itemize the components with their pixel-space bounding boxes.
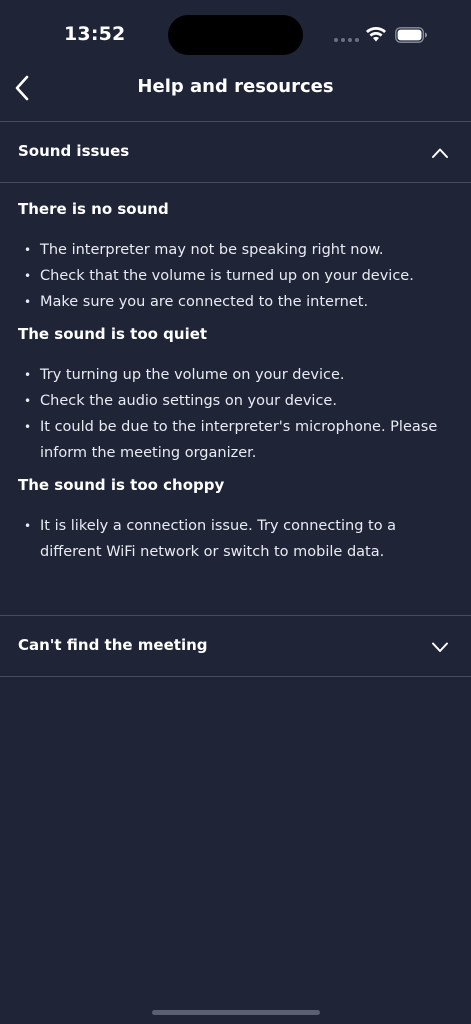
bullet-list: Try turning up the volume on your device… xyxy=(18,362,453,466)
accordion-title: Sound issues xyxy=(18,142,130,160)
nav-bar: Help and resources xyxy=(0,62,471,120)
battery-icon xyxy=(395,27,427,43)
bullet-list: The interpreter may not be speaking righ… xyxy=(18,237,453,315)
accordion-title: Can't find the meeting xyxy=(18,636,208,654)
list-item: The interpreter may not be speaking righ… xyxy=(18,237,453,263)
section-heading: The sound is too choppy xyxy=(18,476,225,494)
chevron-up-icon xyxy=(432,148,448,158)
accordion-content-sound-issues: There is no sound The interpreter may no… xyxy=(18,200,453,575)
bullet-list: It is likely a connection issue. Try con… xyxy=(18,513,453,565)
dynamic-island xyxy=(168,15,303,55)
page-title: Help and resources xyxy=(137,76,334,97)
home-indicator[interactable] xyxy=(152,1010,320,1015)
list-item: It could be due to the interpreter's mic… xyxy=(18,414,453,466)
section-heading: The sound is too quiet xyxy=(18,325,208,343)
status-bar: 13:52 xyxy=(0,0,471,60)
list-item: Check that the volume is turned up on yo… xyxy=(18,263,453,289)
accordion-header-cant-find-meeting[interactable]: Can't find the meeting xyxy=(0,616,471,676)
section-heading: There is no sound xyxy=(18,200,169,218)
list-item: Try turning up the volume on your device… xyxy=(18,362,453,388)
cellular-signal-icon xyxy=(334,38,359,42)
status-time: 13:52 xyxy=(64,23,126,45)
divider xyxy=(0,676,471,677)
divider xyxy=(0,182,471,183)
wifi-icon xyxy=(366,27,386,42)
accordion-header-sound-issues[interactable]: Sound issues xyxy=(0,122,471,182)
list-item: It is likely a connection issue. Try con… xyxy=(18,513,453,565)
chevron-down-icon xyxy=(432,642,448,652)
list-item: Make sure you are connected to the inter… xyxy=(18,289,453,315)
list-item: Check the audio settings on your device. xyxy=(18,388,453,414)
